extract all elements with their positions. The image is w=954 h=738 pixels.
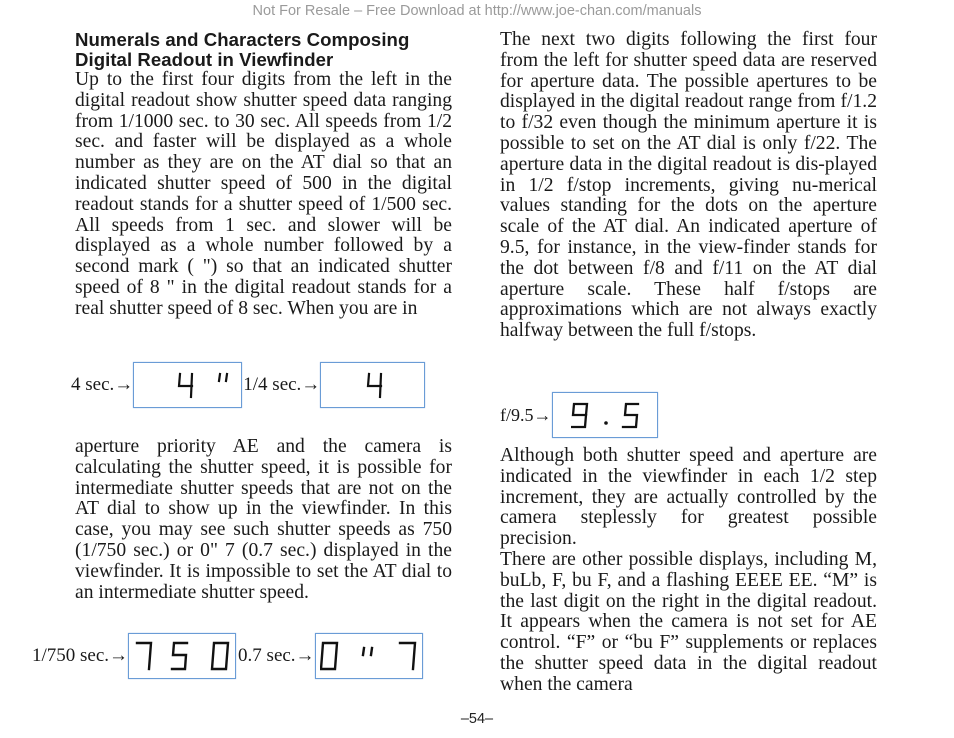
lcd-digits-quarter-sec: [367, 372, 383, 399]
lcd-digits-4-sec: [178, 372, 229, 399]
figure-label-quarter-sec: 1/4 sec.→: [243, 374, 321, 395]
lcd-digits-0-7-sec: [319, 641, 416, 671]
paragraph-other-displays: There are other possible displays, inclu…: [500, 548, 877, 695]
paragraph-intermediate-speeds: aperture priority AE and the camera is c…: [75, 436, 452, 603]
lcd-readout-750: [128, 633, 237, 679]
figure-label-750: 1/750 sec.→: [32, 645, 129, 666]
figure-shutter-4: 4 sec.→ 1/4 sec.→: [71, 362, 426, 408]
paragraph-aperture-data: The next two digits following the first …: [500, 29, 877, 342]
figure-label-4-sec: 4 sec.→: [71, 374, 134, 395]
lcd-digits-f9-5: [570, 402, 639, 429]
lcd-readout-0-7-sec: [314, 633, 423, 679]
paragraph-stepless-control: Although both shutter speed and aperture…: [500, 445, 877, 550]
left-column-bottom: aperture priority AE and the camera is c…: [75, 436, 452, 603]
page-number: –54–: [460, 711, 494, 727]
lcd-readout-f9-5: [551, 392, 658, 438]
lcd-readout-4-sec: [133, 362, 243, 408]
lcd-digits-750: [135, 641, 230, 671]
watermark: Not For Resale – Free Download at http:/…: [252, 3, 702, 19]
section-heading: Numerals and Characters Composing Digita…: [75, 29, 410, 70]
figure-shutter-750: 1/750 sec.→ 0.7 sec.→: [32, 633, 423, 679]
right-column-top: The next two digits following the first …: [500, 29, 877, 342]
left-column-top: Numerals and Characters Composing Digita…: [75, 30, 452, 320]
figure-label-0-7-sec: 0.7 sec.→: [238, 645, 315, 666]
figure-label-f9-5: f/9.5→: [500, 404, 552, 425]
lcd-readout-quarter-sec: [320, 362, 426, 408]
paragraph-shutter-speed: Up to the first four digits from the lef…: [75, 69, 452, 319]
decimal-point-icon: [603, 421, 608, 425]
right-column-bottom: Although both shutter speed and aperture…: [500, 445, 877, 696]
figure-aperture-9-5: f/9.5→: [500, 392, 658, 438]
